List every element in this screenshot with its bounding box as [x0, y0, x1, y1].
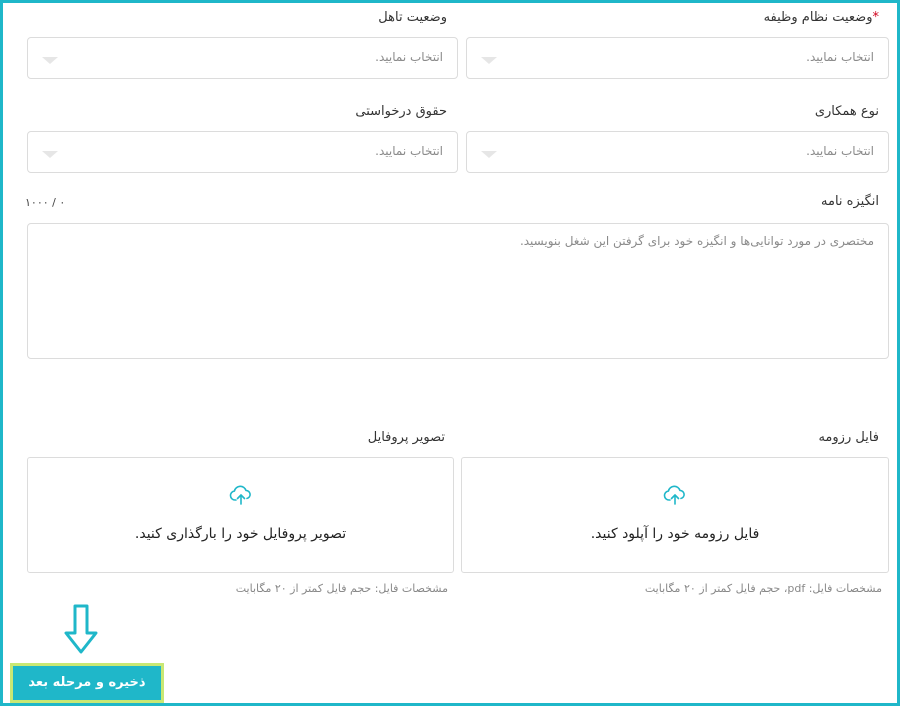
cooperation-type-placeholder: انتخاب نمایید.: [806, 144, 874, 158]
chevron-down-icon: [42, 151, 58, 158]
chevron-down-icon: [481, 57, 497, 64]
job-status-select[interactable]: انتخاب نمایید.: [466, 37, 889, 79]
resume-upload-text: فایل رزومه خود را آپلود کنید.: [590, 526, 760, 542]
required-mark: *: [872, 10, 880, 25]
marital-status-placeholder: انتخاب نمایید.: [375, 50, 443, 64]
profile-upload-text: تصویر پروفایل خود را بارگذاری کنید.: [134, 526, 347, 542]
marital-status-label: وضعیت تاهل: [378, 10, 447, 25]
profile-image-label: تصویر پروفایل: [367, 430, 445, 445]
profile-upload-box[interactable]: تصویر پروفایل خود را بارگذاری کنید.: [27, 457, 454, 573]
motivation-label: انگیزه نامه: [821, 194, 879, 209]
motivation-textarea[interactable]: مختصری در مورد توانایی‌ها و انگیزه خود ب…: [27, 223, 889, 359]
resume-upload-box[interactable]: فایل رزومه خود را آپلود کنید.: [461, 457, 889, 573]
job-status-label: *وضعیت نظام وظیفه: [764, 10, 879, 25]
requested-salary-select[interactable]: انتخاب نمایید.: [27, 131, 458, 173]
save-next-button[interactable]: ذخیره و مرحله بعد: [10, 663, 164, 703]
chevron-down-icon: [481, 151, 497, 158]
cooperation-type-label: نوع همکاری: [814, 104, 879, 119]
form-container: *وضعیت نظام وظیفه وضعیت تاهل انتخاب نمای…: [0, 0, 900, 706]
marital-status-select[interactable]: انتخاب نمایید.: [27, 37, 458, 79]
profile-file-note: مشخصات فایل: حجم فایل کمتر از ۲۰ مگابایت: [235, 582, 448, 595]
cloud-upload-icon: [663, 484, 687, 510]
cloud-upload-icon: [229, 484, 253, 510]
requested-salary-label: حقوق درخواستی: [355, 104, 447, 119]
resume-file-note: مشخصات فایل: pdf، حجم فایل کمتر از ۲۰ مگ…: [644, 582, 882, 595]
cooperation-type-select[interactable]: انتخاب نمایید.: [466, 131, 889, 173]
character-counter: ۰ / ۱۰۰۰: [25, 196, 66, 209]
requested-salary-placeholder: انتخاب نمایید.: [375, 144, 443, 158]
chevron-down-icon: [42, 57, 58, 64]
resume-label: فایل رزومه: [818, 430, 879, 445]
job-status-placeholder: انتخاب نمایید.: [806, 50, 874, 64]
motivation-placeholder: مختصری در مورد توانایی‌ها و انگیزه خود ب…: [519, 234, 874, 248]
arrow-down-icon: [64, 604, 98, 654]
job-status-label-text: وضعیت نظام وظیفه: [763, 10, 873, 25]
